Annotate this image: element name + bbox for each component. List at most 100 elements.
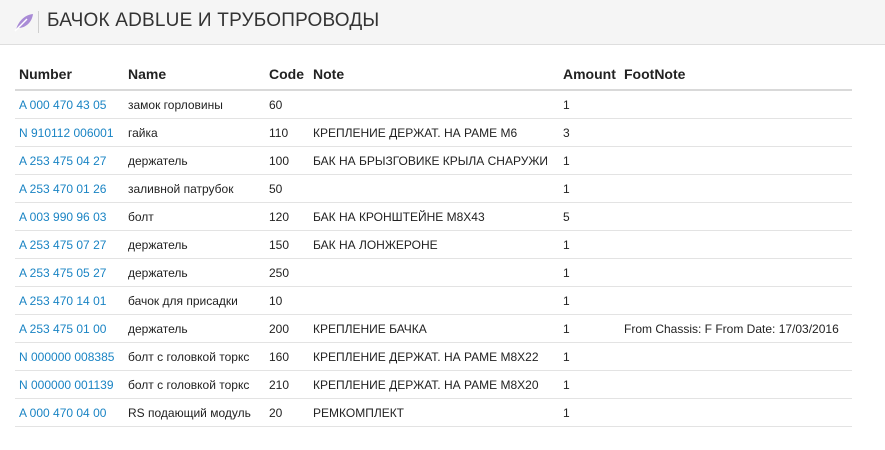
part-number-link[interactable]: A 000 470 43 05 [19, 98, 106, 112]
part-number-cell: A 253 475 07 27 [15, 230, 124, 259]
part-number-cell: A 000 470 43 05 [15, 90, 124, 119]
part-number-link[interactable]: A 253 475 04 27 [19, 154, 106, 168]
part-amount-cell: 1 [559, 174, 620, 203]
column-header-note: Note [309, 58, 559, 91]
table-row: A 253 475 01 00 держатель 200 КРЕПЛЕНИЕ БАЧ… [15, 314, 852, 343]
part-number-cell: A 253 475 05 27 [15, 258, 124, 287]
part-number-cell: N 910112 006001 [15, 118, 124, 147]
part-number-link[interactable]: N 000000 008385 [19, 350, 114, 364]
part-name-cell: держатель [124, 314, 265, 343]
part-code-cell: 20 [265, 398, 309, 427]
column-header-code: Code [265, 58, 309, 91]
part-amount-cell: 5 [559, 202, 620, 231]
part-code-cell: 100 [265, 146, 309, 175]
part-number-link[interactable]: A 253 475 05 27 [19, 266, 106, 280]
parts-table-container: Number Name Code Note Amount FootNote A … [15, 58, 852, 427]
column-header-name: Name [124, 58, 265, 91]
part-amount-cell: 1 [559, 342, 620, 371]
part-note-cell: РЕМКОМПЛЕКТ [309, 398, 559, 427]
part-amount-cell: 1 [559, 314, 620, 343]
part-amount-cell: 1 [559, 230, 620, 259]
table-row: N 910112 006001 гайка 110 КРЕПЛЕНИЕ ДЕРЖАТ.… [15, 118, 852, 147]
table-row: A 003 990 96 03 болт 120 БАК НА КРОНШТЕЙНЕ … [15, 202, 852, 231]
parts-table: Number Name Code Note Amount FootNote A … [15, 58, 852, 427]
part-note-cell [309, 90, 559, 119]
column-header-footnote: FootNote [620, 58, 852, 91]
part-code-cell: 150 [265, 230, 309, 259]
part-name-cell: заливной патрубок [124, 174, 265, 203]
part-footnote-cell [620, 398, 852, 427]
part-name-cell: гайка [124, 118, 265, 147]
part-name-cell: держатель [124, 146, 265, 175]
table-row: A 253 475 04 27 держатель 100 БАК НА БРЫЗГО… [15, 146, 852, 175]
part-number-cell: A 003 990 96 03 [15, 202, 124, 231]
table-row: A 000 470 43 05 замок горловины 60 1 [15, 90, 852, 119]
header-divider [38, 11, 39, 33]
part-note-cell [309, 258, 559, 287]
part-footnote-cell [620, 286, 852, 315]
part-note-cell: КРЕПЛЕНИЕ ДЕРЖАТ. НА РАМЕ M8X22 [309, 342, 559, 371]
part-note-cell: КРЕПЛЕНИЕ БАЧКА [309, 314, 559, 343]
part-number-link[interactable]: A 000 470 04 00 [19, 406, 106, 420]
part-footnote-cell [620, 202, 852, 231]
table-row: A 253 475 07 27 держатель 150 БАК НА ЛОНЖЕР… [15, 230, 852, 259]
part-code-cell: 250 [265, 258, 309, 287]
part-number-cell: A 253 475 04 27 [15, 146, 124, 175]
part-footnote-cell [620, 174, 852, 203]
part-amount-cell: 1 [559, 146, 620, 175]
part-note-cell [309, 174, 559, 203]
part-number-cell: N 000000 008385 [15, 342, 124, 371]
part-code-cell: 60 [265, 90, 309, 119]
part-number-link[interactable]: A 003 990 96 03 [19, 210, 106, 224]
part-name-cell: болт с головкой торкс [124, 370, 265, 399]
part-name-cell: держатель [124, 230, 265, 259]
part-number-cell: N 000000 001139 [15, 370, 124, 399]
part-name-cell: замок горловины [124, 90, 265, 119]
table-row: N 000000 008385 болт с головкой торкс 160 К… [15, 342, 852, 371]
part-code-cell: 200 [265, 314, 309, 343]
part-number-link[interactable]: A 253 470 01 26 [19, 182, 106, 196]
part-footnote-cell [620, 90, 852, 119]
column-header-number: Number [15, 58, 124, 91]
table-row: A 253 470 01 26 заливной патрубок 50 1 [15, 174, 852, 203]
part-amount-cell: 1 [559, 370, 620, 399]
part-note-cell: КРЕПЛЕНИЕ ДЕРЖАТ. НА РАМЕ M8X20 [309, 370, 559, 399]
part-code-cell: 160 [265, 342, 309, 371]
part-name-cell: болт с головкой торкс [124, 342, 265, 371]
part-amount-cell: 1 [559, 258, 620, 287]
part-number-link[interactable]: A 253 475 07 27 [19, 238, 106, 252]
part-note-cell: БАК НА КРОНШТЕЙНЕ M8X43 [309, 202, 559, 231]
table-row: A 000 470 04 00 RS подающий модуль 20 РЕМКО… [15, 398, 852, 427]
part-code-cell: 110 [265, 118, 309, 147]
part-number-cell: A 253 470 14 01 [15, 286, 124, 315]
part-note-cell [309, 286, 559, 315]
part-amount-cell: 1 [559, 398, 620, 427]
part-number-link[interactable]: N 910112 006001 [19, 126, 114, 140]
part-note-cell: БАК НА ЛОНЖЕРОНЕ [309, 230, 559, 259]
part-note-cell: БАК НА БРЫЗГОВИКЕ КРЫЛА СНАРУЖИ [309, 146, 559, 175]
part-code-cell: 10 [265, 286, 309, 315]
part-code-cell: 50 [265, 174, 309, 203]
part-number-link[interactable]: A 253 470 14 01 [19, 294, 106, 308]
part-number-cell: A 253 475 01 00 [15, 314, 124, 343]
column-header-amount: Amount [559, 58, 620, 91]
part-number-cell: A 000 470 04 00 [15, 398, 124, 427]
table-row: A 253 470 14 01 бачок для присадки 10 1 [15, 286, 852, 315]
part-footnote-cell [620, 146, 852, 175]
part-footnote-cell [620, 230, 852, 259]
part-name-cell: болт [124, 202, 265, 231]
page-header: БАЧОК ADBLUE И ТРУБОПРОВОДЫ [0, 0, 885, 45]
part-name-cell: держатель [124, 258, 265, 287]
part-amount-cell: 1 [559, 90, 620, 119]
part-note-cell: КРЕПЛЕНИЕ ДЕРЖАТ. НА РАМЕ M6 [309, 118, 559, 147]
part-footnote-cell [620, 370, 852, 399]
part-footnote-cell: From Chassis: F From Date: 17/03/2016 [620, 314, 852, 343]
table-row: A 253 475 05 27 держатель 250 1 [15, 258, 852, 287]
part-footnote-cell [620, 342, 852, 371]
part-footnote-cell [620, 118, 852, 147]
feather-leaf-icon [13, 12, 35, 32]
part-name-cell: RS подающий модуль [124, 398, 265, 427]
part-amount-cell: 3 [559, 118, 620, 147]
part-number-link[interactable]: A 253 475 01 00 [19, 322, 106, 336]
part-number-link[interactable]: N 000000 001139 [19, 378, 114, 392]
